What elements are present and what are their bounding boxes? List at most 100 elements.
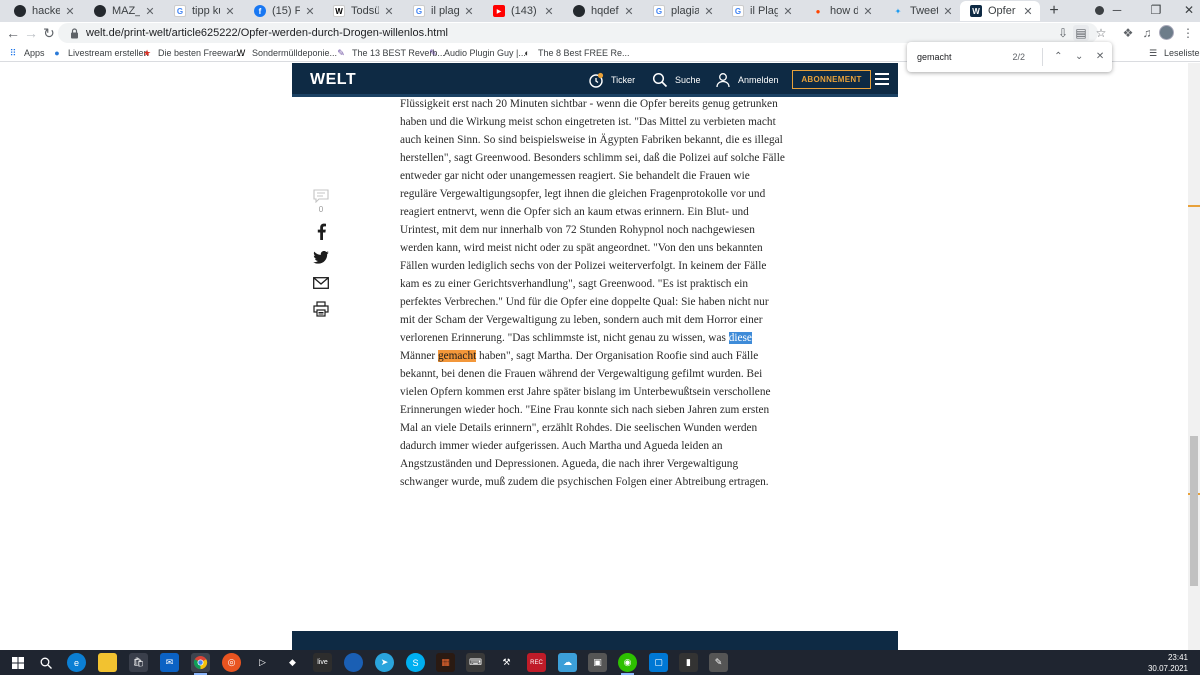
app-cloud-icon[interactable]: ☁ [558, 653, 577, 672]
file-explorer-icon[interactable] [98, 653, 117, 672]
facebook-share-icon[interactable] [312, 222, 330, 240]
address-bar[interactable]: welt.de/print-welt/article625222/Opfer-w… [58, 23, 1098, 43]
browser-tab[interactable]: f (15) Facebo ✕ [244, 1, 322, 21]
tab-title: how do you [830, 5, 858, 17]
email-share-icon[interactable] [312, 274, 330, 292]
back-button[interactable]: ← [4, 24, 22, 42]
skype-icon[interactable]: S [406, 653, 425, 672]
browser-tab[interactable]: ● how do you ✕ [802, 1, 880, 21]
tab-search-icon[interactable] [1090, 2, 1108, 18]
find-bar: gemacht 2/2 ⌃ ⌄ ✕ [907, 42, 1112, 72]
browser-tab[interactable]: W Todsünde - ✕ [323, 1, 401, 21]
install-app-icon[interactable]: ⇩ [1055, 25, 1071, 41]
tools-icon[interactable]: ⚒ [497, 653, 516, 672]
comment-count: 0 [318, 205, 324, 214]
find-close-icon[interactable]: ✕ [1091, 48, 1109, 66]
twitter-share-icon[interactable] [312, 248, 330, 266]
tab-close-icon[interactable]: ✕ [463, 5, 475, 18]
red-app-icon[interactable]: REC [527, 653, 546, 672]
fl-studio-icon[interactable]: ▦ [436, 653, 455, 672]
tab-close-icon[interactable]: ✕ [543, 5, 555, 18]
search-taskbar-icon[interactable] [36, 653, 55, 672]
terminal-app-icon[interactable]: ▷ [253, 653, 272, 672]
chrome-taskbar-icon[interactable] [191, 653, 210, 675]
app-diamond-icon[interactable]: ◆ [283, 653, 302, 672]
browser-tab[interactable]: hqdefault.jp ✕ [563, 1, 641, 21]
taskbar-clock[interactable]: 23:41 30.07.2021 [1148, 652, 1188, 674]
app-blue-icon[interactable] [344, 653, 363, 672]
bookmark-item[interactable]: W Sondermülldeponie... [236, 46, 337, 60]
live-app-icon[interactable]: live [313, 653, 332, 672]
tab-close-icon[interactable]: ✕ [623, 5, 635, 18]
media-control-icon[interactable]: ♫ [1139, 25, 1155, 41]
reading-list-button[interactable]: ☰ Leseliste [1148, 46, 1200, 60]
search-link[interactable]: Suche [652, 72, 701, 88]
new-tab-button[interactable]: + [1045, 2, 1063, 20]
find-next-icon[interactable]: ⌄ [1070, 48, 1088, 66]
close-window-icon[interactable]: ✕ [1180, 2, 1198, 18]
page-scrollbar[interactable] [1188, 63, 1200, 650]
tab-close-icon[interactable]: ✕ [782, 5, 794, 18]
edge-icon[interactable]: e [67, 653, 86, 672]
browser-tab[interactable]: MAZ_49_19 ✕ [84, 1, 162, 21]
menu-kebab-icon[interactable]: ⋮ [1180, 25, 1196, 41]
bookmark-item[interactable]: ● Livestream erstellen [52, 46, 148, 60]
browser-tab[interactable]: ✦ Tweets with ✕ [882, 1, 960, 21]
tab-title: plagiarismo [671, 5, 699, 17]
comment-icon[interactable] [312, 187, 330, 205]
article-line: perfektes Verbrechen." Und für die Opfer… [400, 293, 790, 311]
minimize-window-icon[interactable]: ─ [1108, 2, 1126, 18]
browser-tab[interactable]: Gtipp kurse p ✕ [164, 1, 242, 21]
windows-start-icon[interactable] [8, 653, 27, 672]
reload-button[interactable]: ↻ [40, 24, 58, 42]
tab-close-icon[interactable]: ✕ [703, 5, 715, 18]
browser-tab[interactable]: hackerscard ✕ [4, 1, 82, 21]
scrollbar-thumb[interactable] [1190, 436, 1198, 586]
tab-close-icon[interactable]: ✕ [383, 5, 395, 18]
browser-tab[interactable]: Gil plagiate f ✕ [403, 1, 481, 21]
console-icon[interactable]: ▮ [679, 653, 698, 672]
app-window-icon[interactable]: ▢ [649, 653, 668, 672]
tab-close-icon[interactable]: ✕ [224, 5, 236, 18]
browser-tab[interactable]: W Opfer werd ✕ [960, 1, 1040, 21]
browser-tab[interactable]: ▶ (143) Simp ✕ [483, 1, 561, 21]
notepad-icon[interactable]: ✎ [709, 653, 728, 672]
find-previous-icon[interactable]: ⌃ [1049, 48, 1067, 66]
browser-tab[interactable]: Gplagiarismo ✕ [643, 1, 721, 21]
forward-button[interactable]: → [22, 24, 40, 42]
tab-close-icon[interactable]: ✕ [144, 5, 156, 18]
mail-icon[interactable]: ✉ [160, 653, 179, 672]
subscribe-button[interactable]: ABONNEMENT [792, 70, 871, 89]
keyboard-app-icon[interactable]: ⌨ [466, 653, 485, 672]
article-line: Mal an viele Details erinnern", erzählt … [400, 419, 790, 437]
ubuntu-icon[interactable]: ◎ [222, 653, 241, 672]
bookmark-item[interactable]: ⠿ Apps [8, 46, 45, 60]
extensions-icon[interactable]: ❖ [1120, 25, 1136, 41]
browser-tab[interactable]: Gil Plagiarism ✕ [722, 1, 800, 21]
bookmark-item[interactable]: ◐ The 8 Best FREE Re... [522, 46, 629, 60]
tab-close-icon[interactable]: ✕ [942, 5, 954, 18]
article-text: vielen Opfern kommen erst Jahre später b… [400, 386, 771, 398]
store-icon[interactable]: 🛍 [129, 653, 148, 672]
bookmark-item[interactable]: ✎ Audio Plugin Guy |... [428, 46, 526, 60]
ticker-link[interactable]: Ticker [588, 72, 635, 88]
hamburger-menu-icon[interactable] [875, 73, 889, 85]
wechat-icon[interactable]: ◉ [618, 653, 637, 675]
tab-close-icon[interactable]: ✕ [304, 5, 316, 18]
find-input[interactable]: gemacht [917, 52, 1012, 62]
restore-window-icon[interactable]: ❐ [1147, 2, 1165, 18]
share-bar: 0 [312, 187, 330, 326]
telegram-icon[interactable]: ➤ [375, 653, 394, 672]
print-icon[interactable] [312, 300, 330, 318]
tab-close-icon[interactable]: ✕ [64, 5, 76, 18]
welt-logo[interactable]: WELT [310, 71, 356, 89]
tab-close-icon[interactable]: ✕ [862, 5, 874, 18]
reading-mode-icon[interactable]: ▤ [1073, 25, 1089, 41]
profile-avatar[interactable] [1159, 25, 1174, 40]
login-link[interactable]: Anmelden [715, 72, 779, 88]
bookmark-star-icon[interactable]: ☆ [1093, 25, 1109, 41]
app-gray-icon[interactable]: ▣ [588, 653, 607, 672]
bookmark-item[interactable]: ★ Die besten Freewar... [142, 46, 244, 60]
tab-close-icon[interactable]: ✕ [1022, 5, 1034, 18]
find-match-marker [1188, 205, 1200, 207]
